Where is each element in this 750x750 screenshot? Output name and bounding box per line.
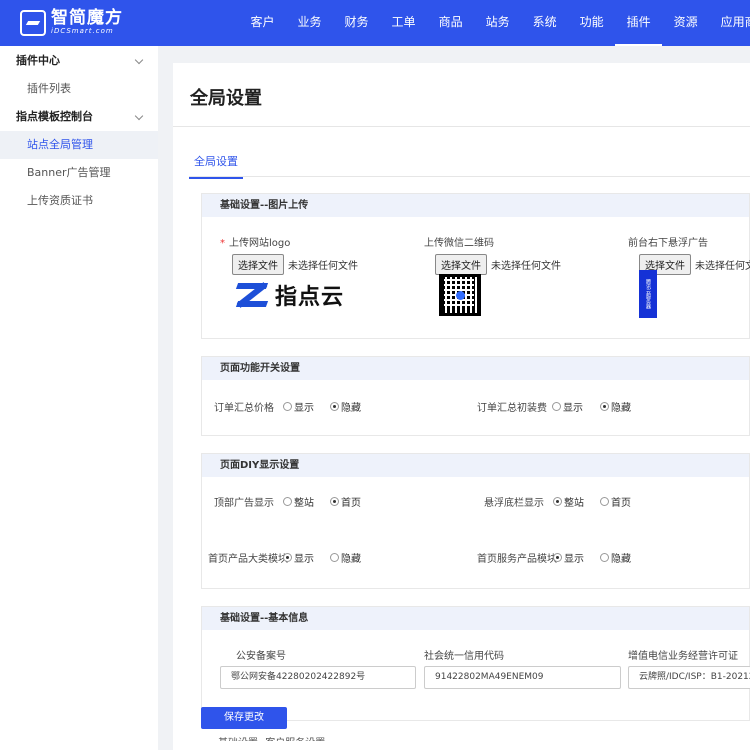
upload-section: 基础设置--图片上传 * 上传网站logo 选择文件 未选择任何文件 指点云 上传… — [201, 193, 750, 339]
nav-resources[interactable]: 资源 — [662, 0, 709, 46]
divider — [189, 176, 750, 177]
radio-show[interactable]: 显示 — [283, 399, 314, 414]
chevron-down-icon — [134, 111, 144, 121]
radio-hide[interactable]: 隐藏 — [600, 550, 631, 565]
top-navbar: 智简魔方 iDCSmart.com 客户 业务 财务 工单 商品 站务 系统 功… — [0, 0, 750, 46]
section-title: 页面DIY显示设置 — [202, 454, 749, 477]
section-title: 页面功能开关设置 — [202, 357, 749, 380]
nav-plugins[interactable]: 插件 — [615, 0, 663, 46]
option-label: 订单汇总价格 — [214, 403, 274, 414]
brand-title: 智简魔方 — [51, 8, 123, 28]
nav-tickets[interactable]: 工单 — [380, 0, 427, 46]
qr-code-icon — [439, 274, 481, 316]
sidebar-group-template-console[interactable]: 指点模板控制台 — [0, 103, 158, 131]
option-label: 订单汇总初装费 — [477, 403, 547, 414]
radio-show[interactable]: 显示 — [283, 550, 314, 565]
nav-products[interactable]: 商品 — [427, 0, 474, 46]
radio-hide[interactable]: 隐藏 — [330, 550, 361, 565]
choose-file-button[interactable]: 选择文件 — [232, 254, 284, 275]
site-logo-preview: 指点云 — [233, 277, 344, 313]
nav-features[interactable]: 功能 — [568, 0, 615, 46]
wechat-qr-upload: 上传微信二维码 选择文件 未选择任何文件 — [424, 234, 561, 275]
sidebar: 插件中心 插件列表 指点模板控制台 站点全局管理 Banner广告管理 上传资质… — [0, 46, 158, 750]
nav-app-store[interactable]: 应用商店 — [709, 0, 750, 46]
sidebar-group-plugin-center[interactable]: 插件中心 — [0, 47, 158, 75]
float-ad-preview: 腾讯云服务器 — [639, 270, 657, 318]
nav-customers[interactable]: 客户 — [239, 0, 286, 46]
next-section-title: 基础设置--客户服务设置 — [218, 735, 348, 741]
section-title: 基础设置--图片上传 — [202, 194, 749, 217]
main-nav: 客户 业务 财务 工单 商品 站务 系统 功能 插件 资源 应用商店 — [239, 0, 750, 46]
file-status: 未选择任何文件 — [695, 261, 750, 272]
nav-system[interactable]: 系统 — [521, 0, 568, 46]
section-title: 基础设置--基本信息 — [202, 607, 749, 630]
file-status: 未选择任何文件 — [491, 261, 561, 272]
nav-finance[interactable]: 财务 — [333, 0, 380, 46]
option-label: 顶部广告显示 — [214, 498, 274, 509]
main-panel: 全局设置 全局设置 基础设置--图片上传 * 上传网站logo 选择文件 未选择任… — [173, 63, 750, 750]
field-label: 公安备案号 — [236, 651, 286, 662]
chevron-down-icon — [134, 55, 144, 65]
nav-business[interactable]: 业务 — [286, 0, 333, 46]
brand-subtitle: iDCSmart.com — [51, 27, 114, 35]
divider — [173, 126, 750, 127]
radio-home[interactable]: 首页 — [600, 494, 631, 509]
option-label: 首页服务产品模块 — [477, 554, 557, 565]
sidebar-item-plugin-list[interactable]: 插件列表 — [0, 75, 158, 103]
police-record-input[interactable]: 鄂公网安备42280202422892号 — [220, 666, 416, 689]
logo-upload: * 上传网站logo 选择文件 未选择任何文件 — [220, 234, 358, 275]
icp-license-input[interactable]: 云牌照/IDC/ISP：B1-20212 — [628, 666, 750, 689]
logo-text: 指点云 — [275, 285, 345, 310]
radio-show[interactable]: 显示 — [553, 550, 584, 565]
field-label: 社会统一信用代码 — [424, 651, 504, 662]
required-mark: * — [220, 238, 225, 249]
brand-logo[interactable]: 智简魔方 iDCSmart.com — [20, 9, 123, 36]
credit-code-input[interactable]: 91422802MA49ENEM09 — [424, 666, 621, 689]
radio-show[interactable]: 显示 — [552, 399, 583, 414]
radio-hide[interactable]: 隐藏 — [330, 399, 361, 414]
feature-switch-section: 页面功能开关设置 订单汇总价格 显示 隐藏 订单汇总初装费 显示 隐藏 — [201, 356, 750, 436]
choose-file-button[interactable]: 选择文件 — [435, 254, 487, 275]
sidebar-item-banner-ads[interactable]: Banner广告管理 — [0, 159, 158, 187]
brand-logo-icon — [20, 9, 46, 36]
option-label: 悬浮底栏显示 — [484, 498, 544, 509]
diy-display-section: 页面DIY显示设置 顶部广告显示 整站 首页 悬浮底栏显示 整站 首页 首页产品… — [201, 453, 750, 589]
radio-home[interactable]: 首页 — [330, 494, 361, 509]
radio-whole-site[interactable]: 整站 — [283, 494, 314, 509]
basic-info-section: 基础设置--基本信息 公安备案号 鄂公网安备42280202422892号 社会… — [201, 606, 750, 721]
float-ad-upload: 前台右下悬浮广告 选择文件 未选择任何文件 — [628, 234, 750, 275]
save-button[interactable]: 保存更改 — [201, 707, 287, 729]
file-status: 未选择任何文件 — [288, 261, 358, 272]
option-label: 首页产品大类模块 — [208, 554, 288, 565]
nav-site[interactable]: 站务 — [474, 0, 521, 46]
radio-whole-site[interactable]: 整站 — [553, 494, 584, 509]
logo-mark-icon — [233, 277, 273, 313]
page-title: 全局设置 — [190, 88, 262, 109]
field-label: 增值电信业务经营许可证 — [628, 651, 738, 662]
radio-hide[interactable]: 隐藏 — [600, 399, 631, 414]
sidebar-item-site-global[interactable]: 站点全局管理 — [0, 131, 158, 159]
sidebar-item-upload-certificates[interactable]: 上传资质证书 — [0, 187, 158, 215]
